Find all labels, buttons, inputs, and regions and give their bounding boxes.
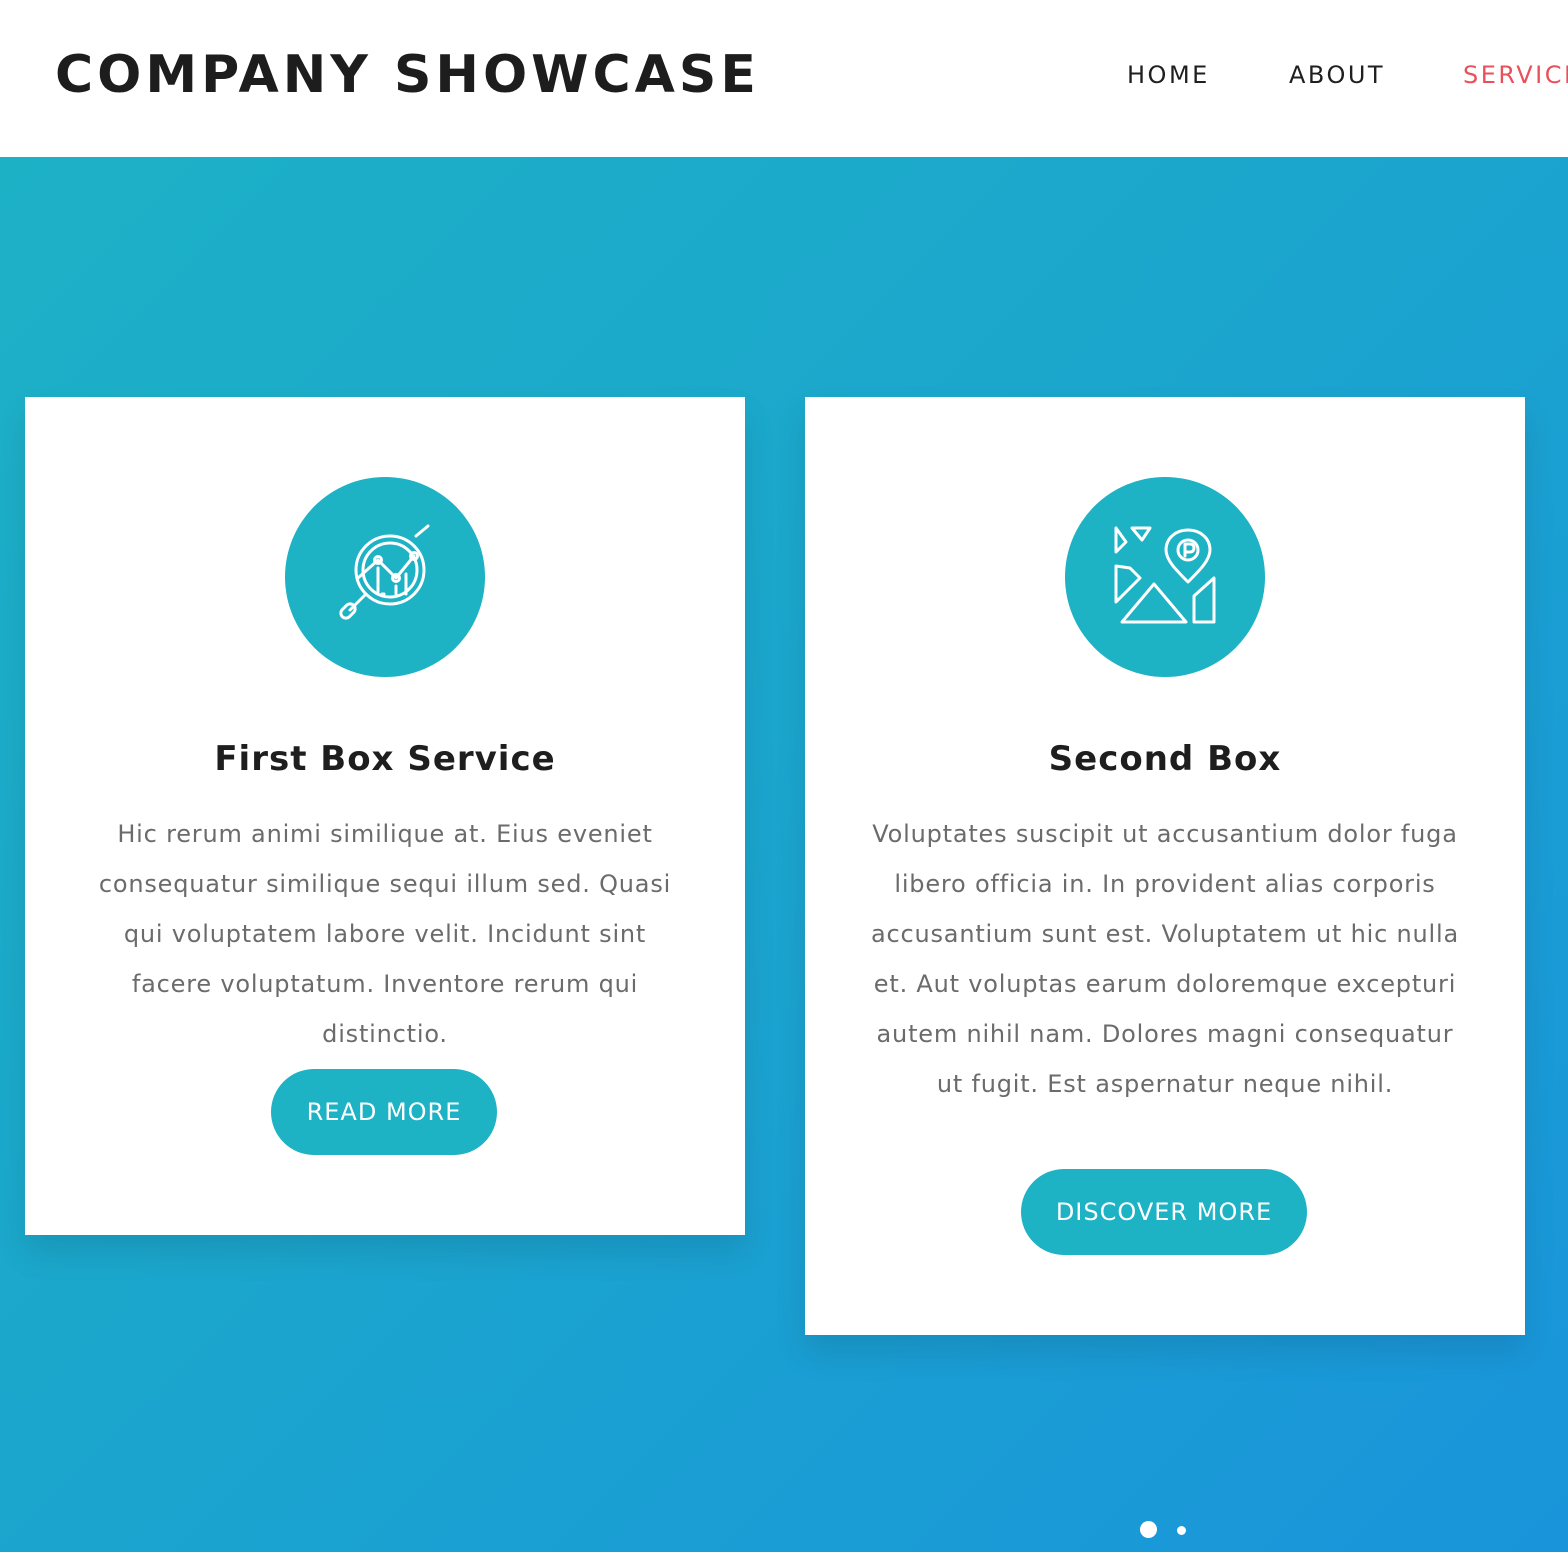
services-section: First Box Service Hic rerum animi simili… bbox=[0, 157, 1568, 1552]
brand-logo-text[interactable]: COMPANY SHOWCASE bbox=[55, 44, 760, 106]
read-more-button[interactable]: READ MORE bbox=[271, 1069, 497, 1155]
service-card-first: First Box Service Hic rerum animi simili… bbox=[25, 397, 745, 1235]
card-title: Second Box bbox=[1048, 739, 1282, 779]
nav-about-link[interactable]: ABOUT bbox=[1289, 60, 1385, 90]
carousel-dot[interactable] bbox=[1177, 1526, 1186, 1535]
service-card-second: Second Box Voluptates suscipit ut accusa… bbox=[805, 397, 1525, 1335]
map-parking-pin-icon bbox=[1065, 477, 1265, 677]
discover-more-button[interactable]: DISCOVER MORE bbox=[1021, 1169, 1307, 1255]
nav-home-link[interactable]: HOME bbox=[1127, 60, 1210, 90]
card-description: Hic rerum animi similique at. Eius eveni… bbox=[98, 820, 672, 1048]
card-title: First Box Service bbox=[214, 739, 556, 779]
nav-services-link[interactable]: SERVICES bbox=[1463, 60, 1568, 90]
card-description: Voluptates suscipit ut accusantium dolor… bbox=[871, 820, 1459, 1098]
analytics-magnifier-icon bbox=[285, 477, 485, 677]
carousel-pagination bbox=[1140, 1519, 1200, 1539]
carousel-dot-active[interactable] bbox=[1140, 1521, 1157, 1538]
site-header: COMPANY SHOWCASE HOME ABOUT SERVICES bbox=[0, 0, 1568, 157]
